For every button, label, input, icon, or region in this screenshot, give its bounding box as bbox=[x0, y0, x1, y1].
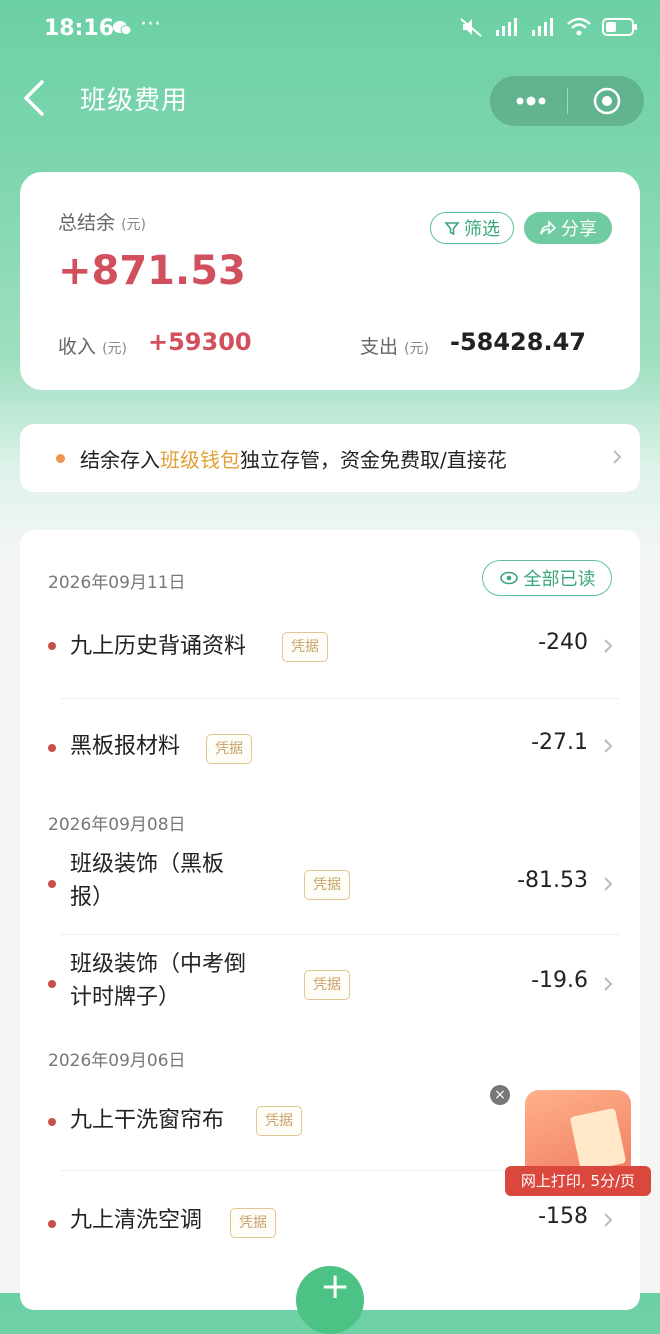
transaction-amount: -19.6 bbox=[531, 968, 588, 993]
date-header: 2026年09月11日 bbox=[48, 573, 186, 593]
transaction-name-line1: 班级装饰（中考倒 bbox=[70, 952, 247, 977]
wallet-promo-banner[interactable]: 结余存入班级钱包独立存管，资金免费取/直接花 bbox=[20, 424, 640, 492]
transaction-name-line2: 报） bbox=[70, 885, 115, 910]
more-menu-icon[interactable] bbox=[514, 90, 548, 112]
mute-icon bbox=[460, 18, 482, 37]
share-button[interactable]: 分享 bbox=[524, 212, 612, 244]
status-more-icon: ··· bbox=[140, 12, 161, 37]
expense-label-text: 支出 bbox=[360, 336, 399, 358]
transaction-name: 九上清洗空调 bbox=[70, 1208, 203, 1233]
battery-icon bbox=[602, 18, 637, 36]
transaction-row[interactable]: 九上历史背诵资料 凭据 -240 bbox=[20, 626, 640, 706]
mark-all-read-button[interactable]: 全部已读 bbox=[482, 560, 612, 596]
print-ad-widget[interactable]: 网上打印, 5分/页 bbox=[505, 1080, 651, 1198]
voucher-tag[interactable]: 凭据 bbox=[304, 970, 350, 1000]
filter-icon bbox=[444, 222, 460, 236]
signal-icon bbox=[496, 18, 517, 36]
unread-dot bbox=[48, 980, 56, 988]
transaction-name: 班级装饰（黑板 报） bbox=[70, 848, 224, 914]
chevron-right-icon bbox=[604, 639, 613, 653]
unread-dot bbox=[48, 1220, 56, 1228]
print-ad-image bbox=[525, 1090, 631, 1178]
back-arrow-icon[interactable] bbox=[20, 78, 50, 118]
balance-label: 总结余 (元) bbox=[58, 208, 146, 235]
transaction-amount: -81.53 bbox=[517, 868, 588, 893]
transaction-name: 黑板报材料 bbox=[70, 734, 181, 759]
transaction-amount: -27.1 bbox=[531, 730, 588, 755]
status-icons bbox=[458, 16, 638, 38]
signal-icon-2 bbox=[532, 18, 553, 36]
filter-button-label: 筛选 bbox=[464, 219, 500, 240]
voucher-tag[interactable]: 凭据 bbox=[206, 734, 252, 764]
capsule-divider bbox=[567, 88, 568, 114]
voucher-tag[interactable]: 凭据 bbox=[282, 632, 328, 662]
banner-text-after: 独立存管，资金免费取/直接花 bbox=[240, 448, 507, 472]
balance-summary-card: 总结余 (元) +871.53 筛选 分享 收入 (元) +59300 支出 (… bbox=[20, 172, 640, 390]
status-bar: 18:16 ··· bbox=[0, 0, 660, 60]
unread-dot bbox=[48, 1118, 56, 1126]
voucher-tag[interactable]: 凭据 bbox=[230, 1208, 276, 1238]
unread-dot bbox=[48, 744, 56, 752]
eye-icon bbox=[499, 571, 518, 585]
print-ad-label: 网上打印, 5分/页 bbox=[505, 1166, 651, 1196]
banner-highlight: 班级钱包 bbox=[160, 448, 240, 472]
date-header: 2026年09月06日 bbox=[48, 1051, 186, 1071]
mark-all-read-label: 全部已读 bbox=[523, 569, 596, 590]
mini-program-capsule bbox=[490, 76, 644, 126]
status-time: 18:16 bbox=[44, 16, 115, 41]
chevron-right-icon bbox=[604, 739, 613, 753]
plus-icon: + bbox=[320, 1266, 351, 1307]
transaction-amount: -240 bbox=[538, 630, 588, 655]
balance-unit: (元) bbox=[121, 217, 146, 233]
nav-bar: 班级费用 bbox=[0, 62, 660, 134]
expense-value: -58428.47 bbox=[450, 328, 586, 356]
share-icon bbox=[540, 220, 557, 235]
banner-text-before: 结余存入 bbox=[80, 448, 160, 472]
transaction-name: 九上历史背诵资料 bbox=[70, 634, 247, 659]
chevron-right-icon bbox=[604, 977, 613, 991]
expense-label: 支出 (元) bbox=[360, 332, 429, 359]
share-button-label: 分享 bbox=[561, 219, 597, 240]
date-header: 2026年09月08日 bbox=[48, 815, 186, 835]
row-divider bbox=[60, 698, 620, 699]
chevron-right-icon bbox=[604, 1213, 613, 1227]
transaction-row[interactable]: 班级装饰（中考倒 计时牌子） 凭据 -19.6 bbox=[20, 948, 640, 1038]
income-value: +59300 bbox=[148, 328, 252, 356]
banner-dot bbox=[56, 454, 65, 463]
wifi-icon bbox=[567, 17, 591, 36]
page-title: 班级费用 bbox=[80, 86, 189, 116]
transaction-name-line2: 计时牌子） bbox=[70, 985, 181, 1010]
chevron-right-icon bbox=[613, 450, 622, 464]
unread-dot bbox=[48, 642, 56, 650]
balance-label-text: 总结余 bbox=[58, 212, 116, 234]
voucher-tag[interactable]: 凭据 bbox=[256, 1106, 302, 1136]
transaction-amount: -158 bbox=[538, 1204, 588, 1229]
banner-text: 结余存入班级钱包独立存管，资金免费取/直接花 bbox=[80, 444, 507, 473]
transaction-name: 九上干洗窗帘布 bbox=[70, 1108, 225, 1133]
filter-button[interactable]: 筛选 bbox=[430, 212, 514, 244]
balance-value: +871.53 bbox=[58, 248, 246, 294]
transaction-name-line1: 班级装饰（黑板 bbox=[70, 852, 225, 877]
transaction-name: 班级装饰（中考倒 计时牌子） bbox=[70, 948, 246, 1014]
close-mini-program-icon[interactable] bbox=[592, 86, 622, 116]
income-label-text: 收入 bbox=[58, 336, 97, 358]
paper-icon bbox=[569, 1107, 627, 1173]
income-label: 收入 (元) bbox=[58, 332, 127, 359]
transaction-row[interactable]: 黑板报材料 凭据 -27.1 bbox=[20, 728, 640, 808]
chevron-right-icon bbox=[604, 877, 613, 891]
row-divider bbox=[60, 934, 620, 935]
unread-dot bbox=[48, 880, 56, 888]
voucher-tag[interactable]: 凭据 bbox=[304, 870, 350, 900]
wechat-icon bbox=[113, 21, 132, 35]
transaction-row[interactable]: 班级装饰（黑板 报） 凭据 -81.53 bbox=[20, 848, 640, 938]
income-unit: (元) bbox=[102, 341, 127, 357]
expense-unit: (元) bbox=[404, 341, 429, 357]
